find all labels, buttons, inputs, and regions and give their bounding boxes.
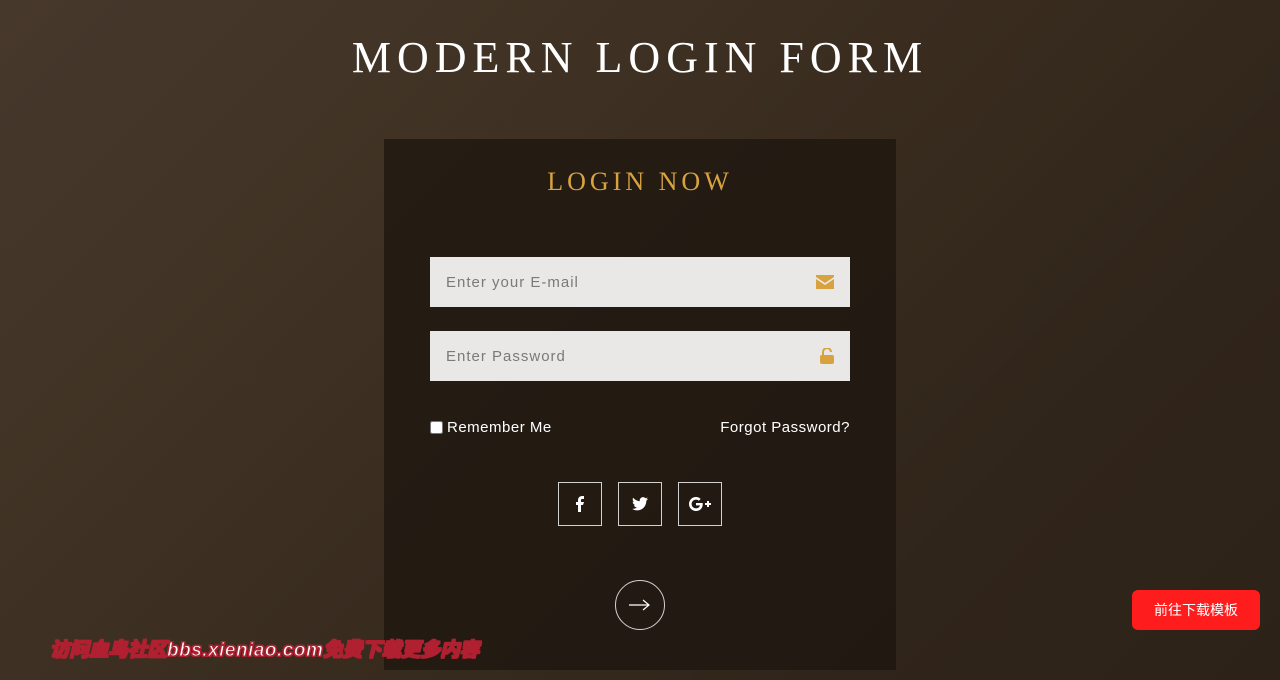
password-field-wrapper	[430, 331, 850, 381]
watermark-text: 访问血鸟社区bbs.xieniao.com免费下载更多内容	[50, 635, 479, 662]
download-template-button[interactable]: 前往下载模板	[1132, 590, 1260, 630]
google-plus-icon	[689, 497, 711, 511]
remember-checkbox[interactable]	[430, 421, 443, 434]
twitter-icon	[632, 497, 648, 511]
facebook-button[interactable]	[558, 482, 602, 526]
email-field-wrapper	[430, 257, 850, 307]
login-card: LOGIN NOW Remember Me Forgot Password?	[384, 139, 896, 670]
page-title: MODERN LOGIN FORM	[0, 0, 1280, 83]
remember-me[interactable]: Remember Me	[430, 419, 552, 436]
social-row	[430, 482, 850, 526]
password-field[interactable]	[430, 331, 850, 381]
arrow-right-icon	[629, 599, 651, 611]
unlock-icon	[820, 348, 834, 364]
forgot-password-link[interactable]: Forgot Password?	[720, 419, 850, 436]
envelope-icon	[816, 275, 834, 289]
email-field[interactable]	[430, 257, 850, 307]
submit-button[interactable]	[615, 580, 665, 630]
google-plus-button[interactable]	[678, 482, 722, 526]
remember-label: Remember Me	[447, 419, 552, 436]
twitter-button[interactable]	[618, 482, 662, 526]
options-row: Remember Me Forgot Password?	[430, 419, 850, 436]
facebook-icon	[576, 496, 584, 512]
card-title: LOGIN NOW	[430, 167, 850, 197]
